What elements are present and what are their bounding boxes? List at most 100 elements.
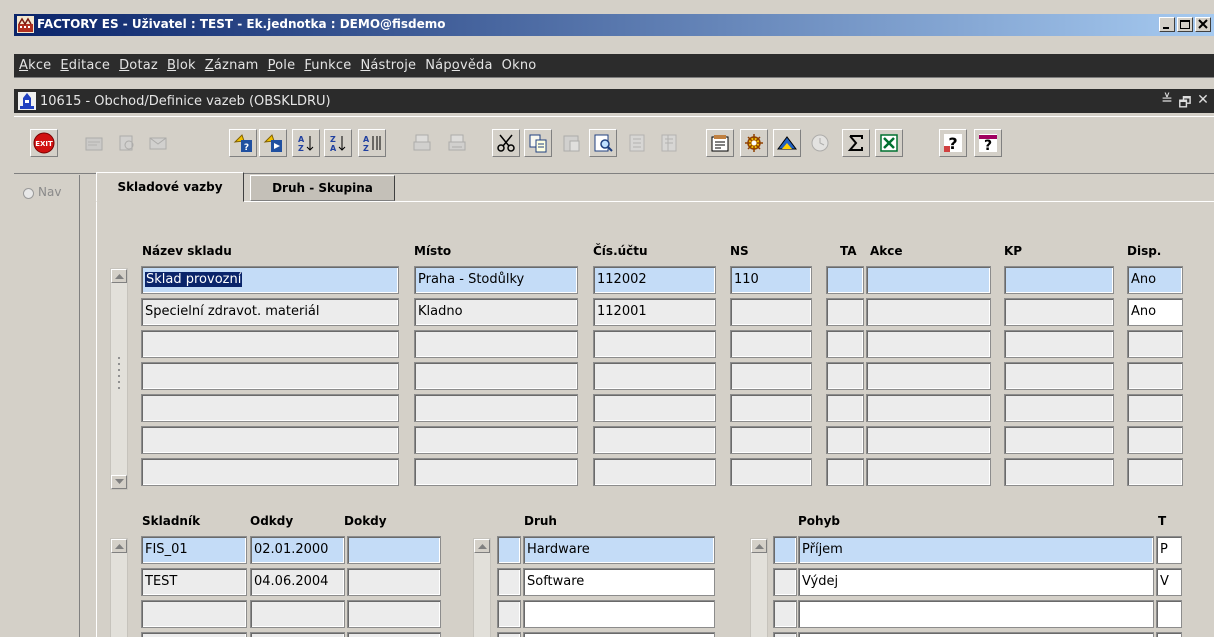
warehouse-account-field[interactable] xyxy=(593,330,716,358)
menu-item-4[interactable]: Záznam xyxy=(205,58,259,73)
movement-indicator[interactable] xyxy=(773,600,797,628)
warehouse-place-field[interactable]: Praha - Stodůlky xyxy=(414,266,578,294)
warehouse-name-field[interactable] xyxy=(141,426,399,454)
warehouse-account-field[interactable] xyxy=(593,458,716,486)
warehouse-account-field[interactable]: 112002 xyxy=(593,266,716,294)
warehouse-name-field[interactable] xyxy=(141,330,399,358)
scroll-up-button[interactable] xyxy=(474,539,490,553)
form-close-button[interactable]: ✕ xyxy=(1194,92,1212,116)
warehouse-action-field[interactable] xyxy=(866,266,991,294)
keeper-to-field[interactable] xyxy=(347,600,441,628)
tab-druh-skupina[interactable]: Druh - Skupina xyxy=(250,175,395,201)
keeper-from-field[interactable]: 02.01.2000 xyxy=(250,536,345,564)
maximize-button[interactable] xyxy=(1177,17,1193,32)
keeper-field[interactable] xyxy=(141,632,247,637)
warehouse-disp-field[interactable] xyxy=(1127,362,1183,390)
minimize-button[interactable] xyxy=(1159,17,1175,32)
warehouse-disp-field[interactable] xyxy=(1127,458,1183,486)
warehouse-action-field[interactable] xyxy=(866,298,991,326)
keeper-field[interactable]: TEST xyxy=(141,568,247,596)
save-button[interactable] xyxy=(80,129,108,157)
warehouse-kp-field[interactable] xyxy=(1004,426,1114,454)
movement-type-field[interactable] xyxy=(1156,632,1182,637)
kind-indicator[interactable] xyxy=(497,536,521,564)
query-enter-button[interactable]: ? xyxy=(229,129,257,157)
menu-item-1[interactable]: Editace xyxy=(60,58,110,73)
scroll-up-button[interactable] xyxy=(111,539,127,553)
clock-button[interactable] xyxy=(806,129,834,157)
warehouse-account-field[interactable] xyxy=(593,362,716,390)
form-restore-button[interactable]: 🗗 xyxy=(1176,92,1194,116)
keeper-field[interactable]: FIS_01 xyxy=(141,536,247,564)
warehouse-ns-field[interactable] xyxy=(730,362,812,390)
scroll-up-button[interactable] xyxy=(111,269,127,283)
keeper-scrollbar[interactable] xyxy=(110,538,128,637)
scroll-down-button[interactable] xyxy=(111,475,127,489)
warehouse-action-field[interactable] xyxy=(866,330,991,358)
keeper-from-field[interactable] xyxy=(250,632,345,637)
menu-item-2[interactable]: Dotaz xyxy=(119,58,158,73)
delete-record-button[interactable] xyxy=(655,129,683,157)
warehouse-kp-field[interactable] xyxy=(1004,394,1114,422)
warehouse-place-field[interactable] xyxy=(414,458,578,486)
mail-button[interactable] xyxy=(144,129,172,157)
warehouse-place-field[interactable] xyxy=(414,330,578,358)
warehouse-ta-field[interactable] xyxy=(826,426,864,454)
scroll-grip[interactable] xyxy=(117,355,121,391)
warehouse-disp-field[interactable] xyxy=(1127,426,1183,454)
warehouse-place-field[interactable] xyxy=(414,426,578,454)
warehouse-account-field[interactable] xyxy=(593,394,716,422)
movement-field[interactable] xyxy=(798,600,1154,628)
warehouse-disp-field[interactable] xyxy=(1127,394,1183,422)
edit-button[interactable] xyxy=(706,129,734,157)
warehouse-name-field[interactable] xyxy=(141,362,399,390)
keeper-field[interactable] xyxy=(141,600,247,628)
kind-indicator[interactable] xyxy=(497,568,521,596)
warehouse-name-field[interactable] xyxy=(141,458,399,486)
kind-scrollbar[interactable] xyxy=(473,538,491,637)
warehouse-ns-field[interactable]: 110 xyxy=(730,266,812,294)
movement-scrollbar[interactable] xyxy=(750,538,768,637)
menu-item-8[interactable]: Nápověda xyxy=(425,58,492,73)
sum-button[interactable] xyxy=(842,129,870,157)
exit-button[interactable]: EXIT xyxy=(30,129,58,157)
movement-indicator[interactable] xyxy=(773,632,797,637)
warehouse-action-field[interactable] xyxy=(866,362,991,390)
warehouse-disp-field[interactable]: Ano xyxy=(1127,298,1183,326)
kind-field[interactable] xyxy=(523,632,715,637)
warehouse-place-field[interactable]: Kladno xyxy=(414,298,578,326)
warehouse-action-field[interactable] xyxy=(866,426,991,454)
kind-indicator[interactable] xyxy=(497,600,521,628)
movement-field[interactable] xyxy=(798,632,1154,637)
warehouse-ta-field[interactable] xyxy=(826,394,864,422)
form-minimize-button[interactable]: ≚ xyxy=(1158,92,1176,116)
kind-field[interactable]: Hardware xyxy=(523,536,715,564)
cut-button[interactable] xyxy=(492,129,520,157)
sort-descending-button[interactable]: ZA xyxy=(324,129,352,157)
warehouse-name-field[interactable]: Specielní zdravot. materiál xyxy=(141,298,399,326)
movement-field[interactable]: Příjem xyxy=(798,536,1154,564)
warehouse-ta-field[interactable] xyxy=(826,266,864,294)
keeper-from-field[interactable] xyxy=(250,600,345,628)
movement-field[interactable]: Výdej xyxy=(798,568,1154,596)
movement-indicator[interactable] xyxy=(773,568,797,596)
keeper-to-field[interactable] xyxy=(347,536,441,564)
movement-type-field[interactable]: V xyxy=(1156,568,1182,596)
warehouse-ta-field[interactable] xyxy=(826,298,864,326)
context-help-button[interactable]: ? xyxy=(974,129,1002,157)
query-execute-button[interactable] xyxy=(259,129,287,157)
movement-type-field[interactable] xyxy=(1156,600,1182,628)
warehouse-kp-field[interactable] xyxy=(1004,330,1114,358)
warehouse-action-field[interactable] xyxy=(866,394,991,422)
insert-record-button[interactable] xyxy=(623,129,651,157)
warehouse-account-field[interactable]: 112001 xyxy=(593,298,716,326)
keeper-to-field[interactable] xyxy=(347,568,441,596)
movement-indicator[interactable] xyxy=(773,536,797,564)
warehouse-kp-field[interactable] xyxy=(1004,458,1114,486)
menu-item-5[interactable]: Pole xyxy=(268,58,296,73)
menu-item-7[interactable]: Nástroje xyxy=(360,58,416,73)
warehouse-place-field[interactable] xyxy=(414,362,578,390)
print-preview-button[interactable] xyxy=(113,129,141,157)
warehouse-kp-field[interactable] xyxy=(1004,362,1114,390)
menu-item-6[interactable]: Funkce xyxy=(304,58,351,73)
